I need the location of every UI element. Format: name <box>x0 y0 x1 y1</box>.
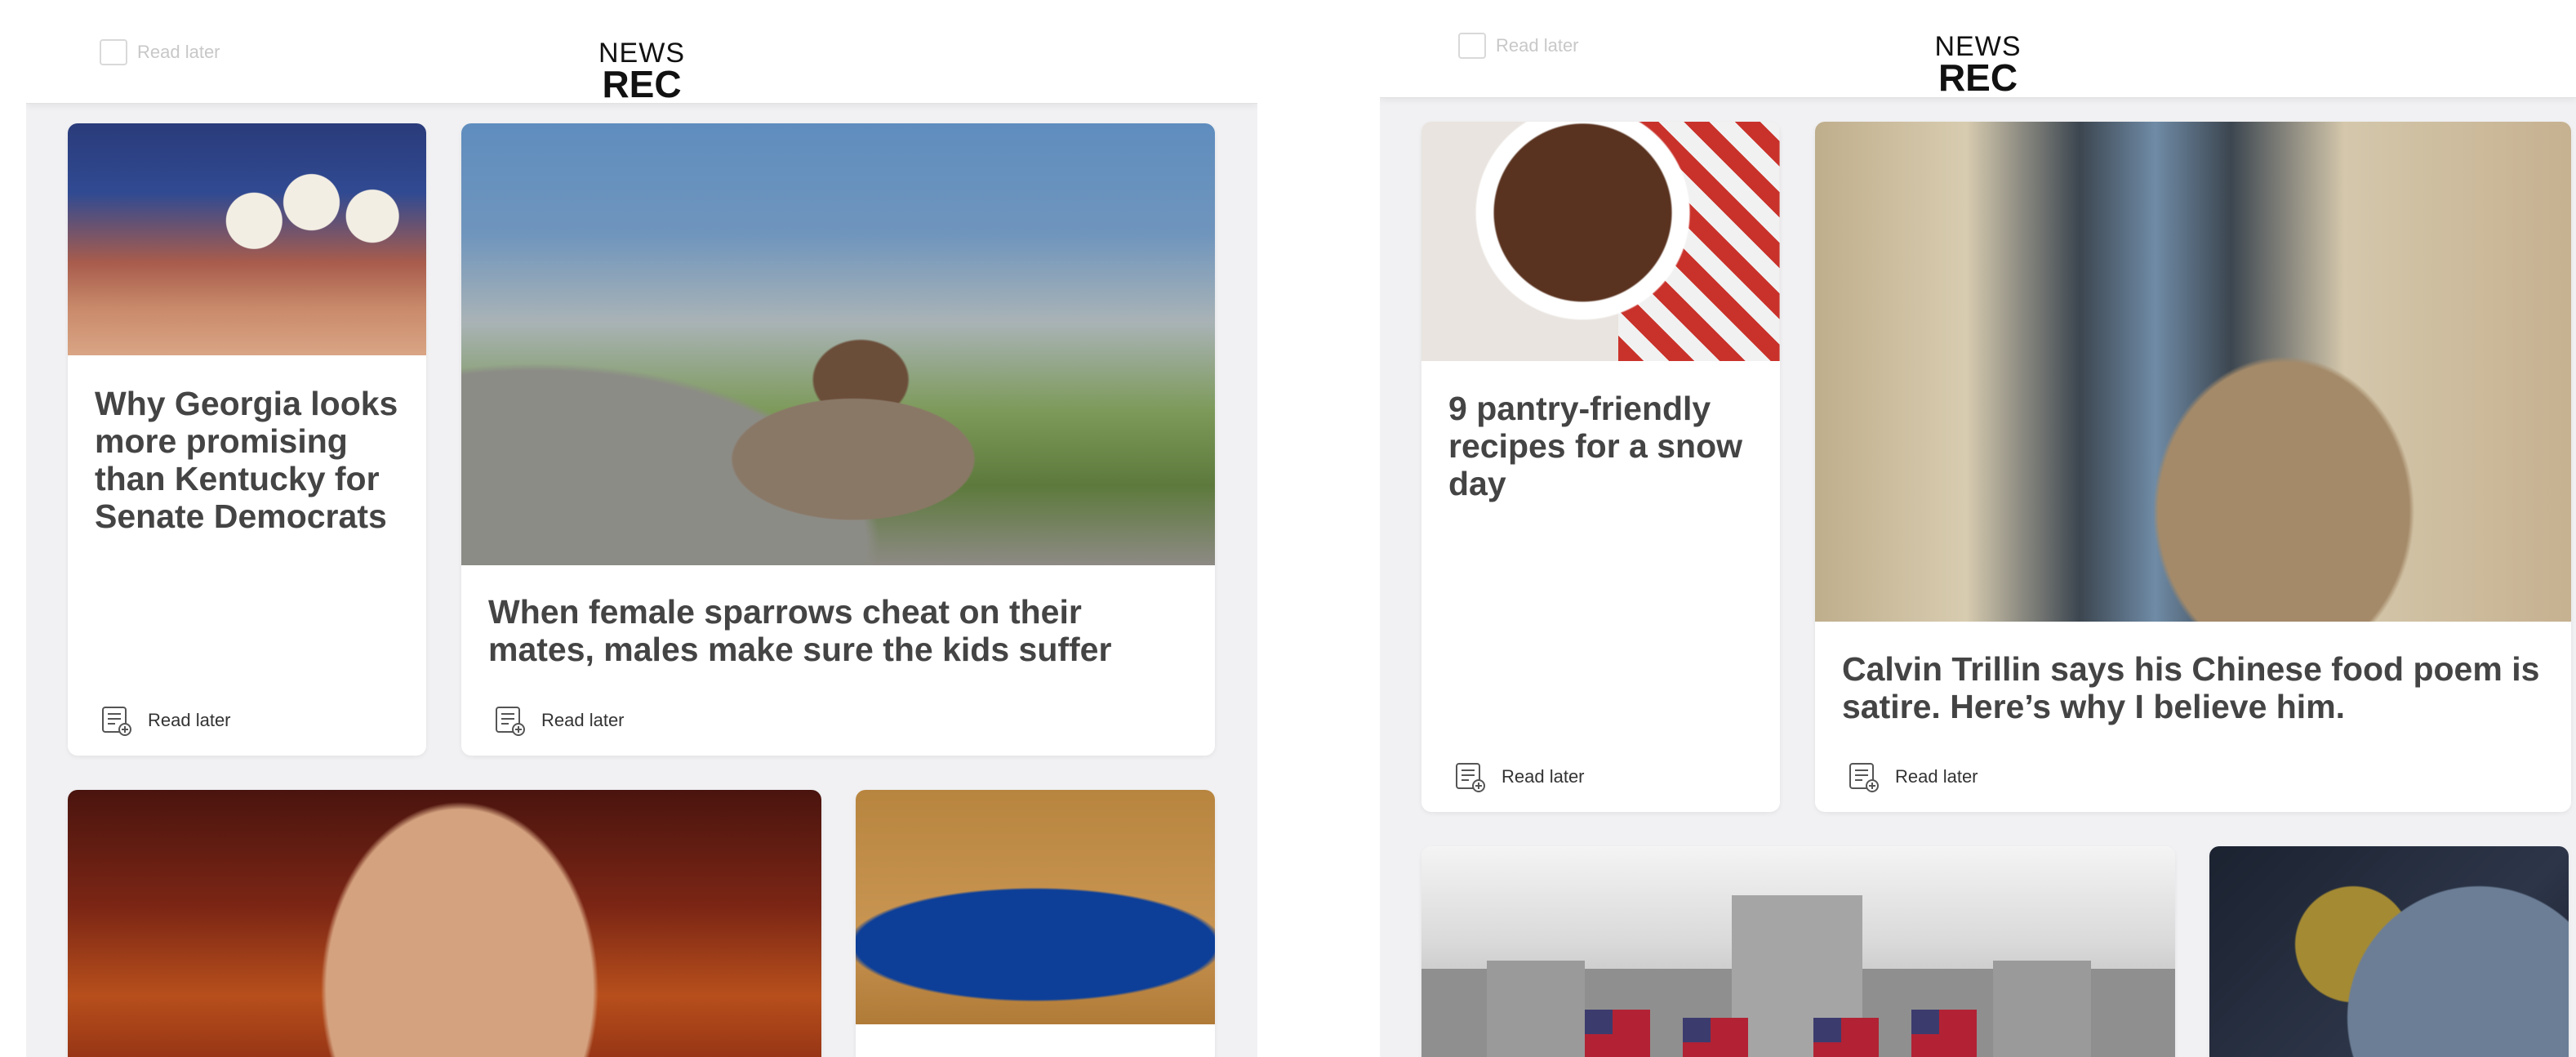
app-header: Read later NEWS REC <box>1380 0 2576 98</box>
read-later-button[interactable]: Read later <box>1454 760 1585 793</box>
article-card[interactable] <box>1421 846 2175 1057</box>
read-later-icon <box>102 707 131 736</box>
article-card[interactable]: When female sparrows cheat on their mate… <box>461 123 1215 756</box>
article-title[interactable]: 9 pantry-friendly recipes for a snow day <box>1448 390 1755 502</box>
article-image[interactable] <box>461 123 1215 565</box>
read-later-label: Read later <box>1895 766 1978 787</box>
right-app-screen: Read later NEWS REC 9 pantry-friendly re… <box>1380 0 2576 1057</box>
article-image[interactable] <box>68 790 821 1057</box>
article-title[interactable]: Calvin Trillin says his Chinese food poe… <box>1842 650 2547 725</box>
article-card[interactable]: Why Georgia looks more promising than Ke… <box>68 123 426 756</box>
ghost-read-later: Read later <box>100 39 220 65</box>
read-later-button[interactable]: Read later <box>494 704 625 737</box>
article-image[interactable] <box>68 123 426 355</box>
read-later-label: Read later <box>148 710 231 730</box>
logo-rec: REC <box>602 63 682 105</box>
article-card[interactable]: Calvin Trillin says his Chinese food poe… <box>1815 122 2571 812</box>
article-image[interactable] <box>1815 122 2571 622</box>
article-image[interactable] <box>856 790 1215 1024</box>
article-image[interactable] <box>1421 846 2175 1057</box>
article-title[interactable]: Why Georgia looks more promising than Ke… <box>95 385 402 535</box>
article-image[interactable] <box>2209 846 2569 1057</box>
ghost-read-later-icon <box>1458 33 1486 59</box>
building-flags-illustration <box>1421 895 2175 1057</box>
article-title[interactable]: When female sparrows cheat on their mate… <box>488 593 1190 668</box>
read-later-button[interactable]: Read later <box>1848 760 1978 793</box>
article-card[interactable] <box>68 790 821 1057</box>
read-later-label: Read later <box>1502 766 1585 787</box>
read-later-icon <box>1456 763 1485 792</box>
read-later-icon <box>1849 763 1879 792</box>
article-card[interactable]: 9 pantry-friendly recipes for a snow day… <box>1421 122 1780 812</box>
logo-rec: REC <box>1938 56 2018 99</box>
read-later-button[interactable]: Read later <box>100 704 231 737</box>
article-card[interactable] <box>2209 846 2569 1057</box>
news-rec-logo[interactable]: NEWS REC <box>598 39 685 103</box>
news-rec-logo[interactable]: NEWS REC <box>1935 33 2022 96</box>
ghost-read-later: Read later <box>1458 33 1579 59</box>
article-image[interactable] <box>1421 122 1780 361</box>
ghost-read-later-icon <box>100 39 127 65</box>
read-later-label: Read later <box>541 710 625 730</box>
article-card[interactable] <box>856 790 1215 1057</box>
read-later-icon <box>496 707 525 736</box>
app-header: Read later NEWS REC <box>26 0 1257 104</box>
left-app-screen: Read later NEWS REC Why Georgia looks mo… <box>26 0 1257 1057</box>
